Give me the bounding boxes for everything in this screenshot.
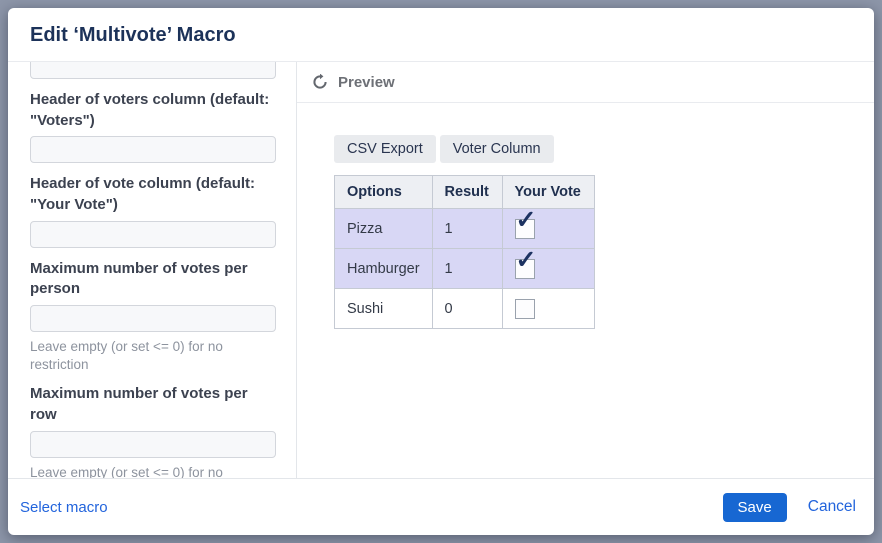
refresh-icon[interactable] [311, 73, 329, 91]
max-votes-row-label: Maximum number of votes per row [30, 384, 276, 425]
vote-cell [502, 289, 594, 329]
voters-header-input[interactable] [30, 136, 276, 163]
edit-macro-dialog: Edit ‘Multivote’ Macro Header of voters … [8, 8, 874, 535]
checkmark-icon: ✓ [516, 248, 537, 273]
preview-title: Preview [338, 74, 395, 91]
voter-column-button[interactable]: Voter Column [440, 135, 554, 163]
preview-content: CSV Export Voter Column Options Result Y… [297, 103, 874, 478]
result-cell: 1 [432, 249, 502, 289]
macro-parameters-panel: Header of voters column (default: "Voter… [8, 62, 297, 478]
select-macro-link[interactable]: Select macro [20, 499, 108, 516]
table-row-hamburger: Hamburger 1 ✓ [335, 249, 595, 289]
table-row-pizza: Pizza 1 ✓ [335, 209, 595, 249]
max-votes-person-input[interactable] [30, 305, 276, 332]
option-cell: Hamburger [335, 249, 433, 289]
dialog-footer: Select macro Save Cancel [8, 478, 874, 535]
page-title: Edit ‘Multivote’ Macro [30, 21, 852, 49]
vote-checkbox-pizza[interactable]: ✓ [515, 219, 535, 239]
result-cell: 0 [432, 289, 502, 329]
option-cell: Pizza [335, 209, 433, 249]
result-column-header: Result [432, 176, 502, 209]
max-votes-person-label: Maximum number of votes per person [30, 259, 276, 300]
option-cell: Sushi [335, 289, 433, 329]
dialog-header: Edit ‘Multivote’ Macro [8, 8, 874, 62]
max-votes-row-help: Leave empty (or set <= 0) for no restric… [30, 464, 276, 478]
max-votes-person-help: Leave empty (or set <= 0) for no restric… [30, 338, 276, 373]
csv-export-button[interactable]: CSV Export [334, 135, 436, 163]
vote-table: Options Result Your Vote Pizza 1 ✓ [334, 175, 595, 329]
table-row-sushi: Sushi 0 [335, 289, 595, 329]
preview-header: Preview [297, 62, 874, 103]
preview-buttons: CSV Export Voter Column [334, 135, 854, 163]
cancel-link[interactable]: Cancel [808, 498, 856, 516]
checkmark-icon: ✓ [516, 208, 537, 233]
result-cell: 1 [432, 209, 502, 249]
preview-panel: Preview CSV Export Voter Column Options … [297, 62, 874, 478]
vote-cell: ✓ [502, 209, 594, 249]
max-votes-row-input[interactable] [30, 431, 276, 458]
vote-header-label: Header of vote column (default: "Your Vo… [30, 174, 276, 215]
options-column-header: Options [335, 176, 433, 209]
save-button[interactable]: Save [723, 493, 787, 522]
voters-header-label: Header of voters column (default: "Voter… [30, 90, 276, 131]
vote-cell: ✓ [502, 249, 594, 289]
vote-checkbox-hamburger[interactable]: ✓ [515, 259, 535, 279]
scrolled-partial-input[interactable] [30, 62, 276, 79]
vote-header-input[interactable] [30, 221, 276, 248]
vote-table-header-row: Options Result Your Vote [335, 176, 595, 209]
dialog-body: Header of voters column (default: "Voter… [8, 62, 874, 478]
vote-checkbox-sushi[interactable] [515, 299, 535, 319]
your-vote-column-header: Your Vote [502, 176, 594, 209]
